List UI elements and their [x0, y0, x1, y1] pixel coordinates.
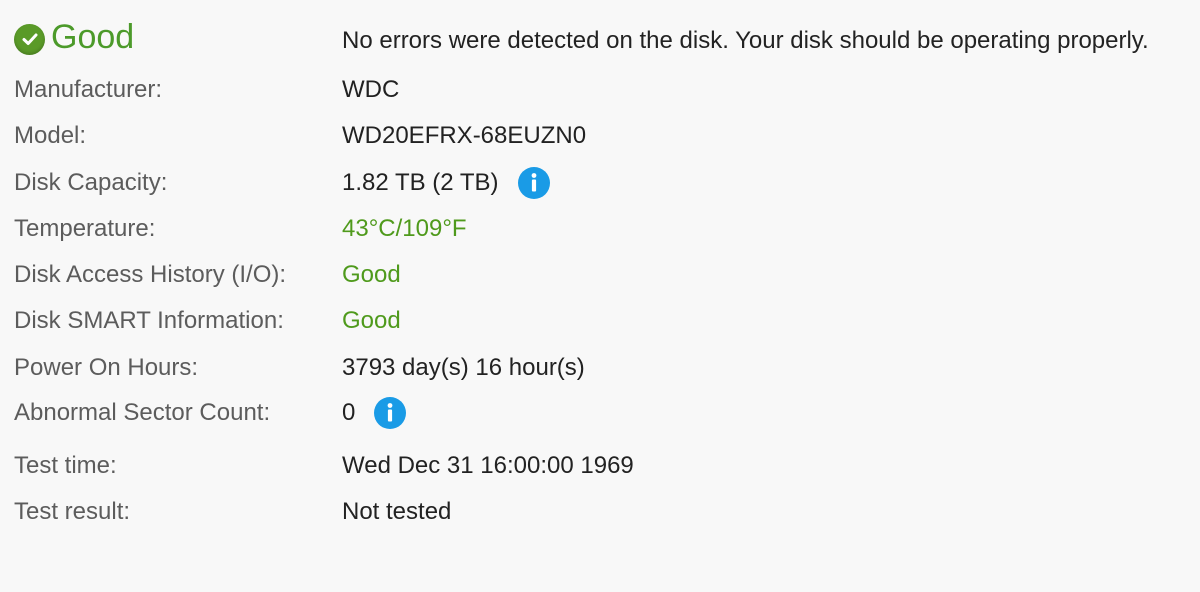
test-result-value-text: Not tested [342, 498, 452, 525]
temperature-value: 43°C/109°F [342, 209, 467, 249]
manufacturer-value: WDC [342, 70, 399, 110]
disk-access-history-value[interactable]: Good [342, 255, 401, 295]
power-on-hours-value: 3793 day(s) 16 hour(s) [342, 348, 585, 388]
disk-smart-information-link[interactable]: Good [342, 301, 401, 341]
temperature-value-text: 43°C/109°F [342, 215, 467, 242]
test-time-value-text: Wed Dec 31 16:00:00 1969 [342, 452, 634, 479]
abnormal-sector-count-value: 0 [342, 393, 407, 433]
disk-access-history-link[interactable]: Good [342, 255, 401, 295]
power-on-hours-label: Power On Hours: [14, 354, 199, 381]
row-disk-smart-information: Disk SMART Information: Good [0, 301, 1200, 341]
row-abnormal-sector-count: Abnormal Sector Count: 0 [0, 393, 1200, 433]
check-circle-icon [14, 23, 45, 55]
row-disk-capacity: Disk Capacity: 1.82 TB (2 TB) [0, 163, 1200, 203]
disk-capacity-label: Disk Capacity: [14, 169, 168, 196]
disk-access-history-label: Disk Access History (I/O): [14, 261, 287, 288]
test-result-label: Test result: [14, 498, 131, 525]
model-label: Model: [14, 122, 87, 149]
temperature-label: Temperature: [14, 215, 156, 242]
status-label: Good [51, 18, 135, 56]
row-manufacturer: Manufacturer: WDC [0, 70, 1200, 110]
test-time-value: Wed Dec 31 16:00:00 1969 [342, 446, 634, 486]
info-icon[interactable] [374, 397, 407, 429]
row-test-result: Test result: Not tested [0, 492, 1200, 532]
disk-capacity-value-text: 1.82 TB (2 TB) [342, 169, 499, 196]
row-test-time: Test time: Wed Dec 31 16:00:00 1969 [0, 446, 1200, 486]
disk-capacity-value: 1.82 TB (2 TB) [342, 163, 550, 203]
disk-smart-information-label: Disk SMART Information: [14, 307, 284, 334]
status-message: No errors were detected on the disk. You… [342, 27, 1149, 54]
manufacturer-label: Manufacturer: [14, 76, 163, 103]
power-on-hours-value-text: 3793 day(s) 16 hour(s) [342, 354, 585, 381]
row-temperature: Temperature: 43°C/109°F [0, 209, 1200, 249]
status-header: Good [14, 14, 134, 60]
test-time-label: Test time: [14, 452, 117, 479]
model-value-text: WD20EFRX-68EUZN0 [342, 122, 587, 149]
info-icon[interactable] [517, 167, 550, 199]
manufacturer-value-text: WDC [342, 76, 400, 103]
disk-health-panel: Good No errors were detected on the disk… [0, 0, 1200, 592]
model-value: WD20EFRX-68EUZN0 [342, 116, 586, 156]
row-model: Model: WD20EFRX-68EUZN0 [0, 116, 1200, 156]
abnormal-sector-count-value-text: 0 [342, 399, 356, 426]
row-power-on-hours: Power On Hours: 3793 day(s) 16 hour(s) [0, 348, 1200, 388]
row-disk-access-history: Disk Access History (I/O): Good [0, 255, 1200, 295]
test-result-value: Not tested [342, 492, 451, 532]
abnormal-sector-count-label: Abnormal Sector Count: [14, 399, 271, 426]
disk-smart-information-value[interactable]: Good [342, 301, 401, 341]
